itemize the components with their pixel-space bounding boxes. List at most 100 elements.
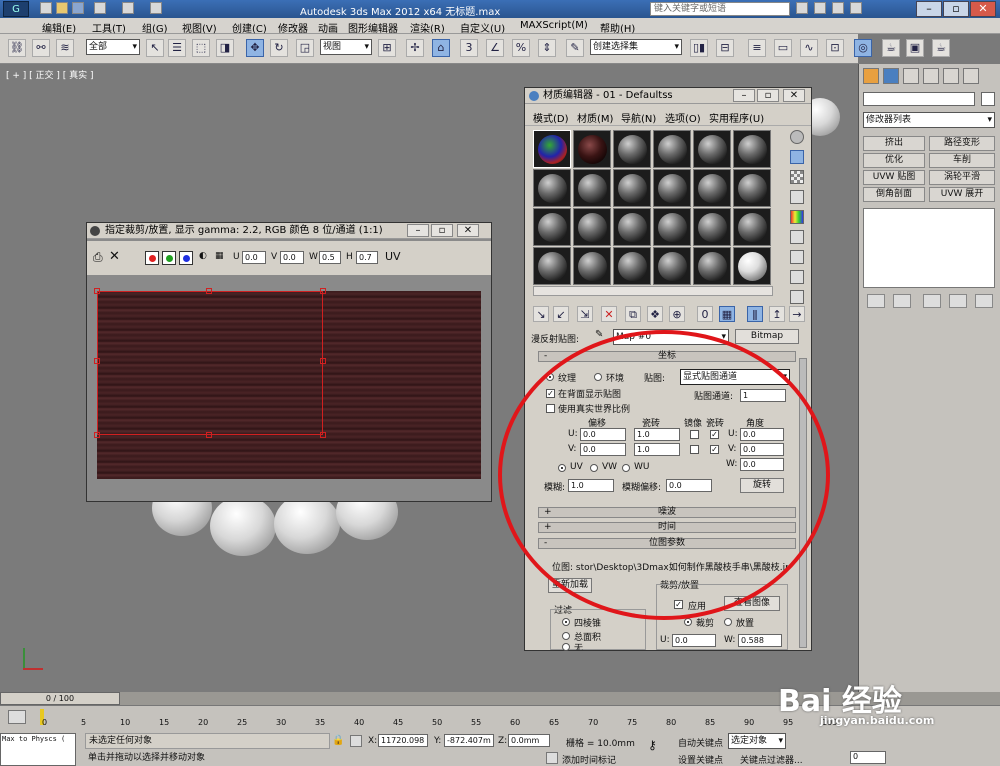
background-icon[interactable] [790,170,804,184]
menu-group[interactable]: 组(G) [142,20,168,35]
modifier-unwrap-uvw-button[interactable]: UVW 展开 [929,187,995,202]
map-type-button[interactable]: Bitmap [735,329,799,344]
material-sample-slot[interactable] [613,247,651,285]
select-manipulate-icon[interactable]: ✢ [406,39,424,57]
make-copy-icon[interactable]: ⧉ [625,306,641,322]
utilities-tab-icon[interactable] [963,68,979,84]
modifier-lathe-button[interactable]: 车削 [929,153,995,168]
select-by-name-icon[interactable]: ☰ [168,39,186,57]
material-id-icon[interactable]: 0 [697,306,713,322]
material-sample-slot[interactable] [733,169,771,207]
open-file-icon[interactable] [56,2,68,14]
video-color-check-icon[interactable] [790,210,804,224]
pyramidal-radio[interactable] [562,618,570,626]
mirror-icon[interactable]: ▯▮ [690,39,708,57]
crop-v-field[interactable]: 0.0 [280,251,304,264]
menu-customize[interactable]: 自定义(U) [460,20,505,35]
make-unique-icon[interactable]: ❖ [647,306,663,322]
show-map-in-viewport-icon[interactable]: ▦ [719,306,735,322]
hierarchy-tab-icon[interactable] [903,68,919,84]
search-icon[interactable] [796,2,808,14]
make-unique-icon[interactable] [923,294,941,308]
close-button[interactable]: ✕ [970,1,996,17]
blue-channel-icon[interactable] [179,251,193,265]
material-sample-slot[interactable] [653,208,691,246]
material-sample-slot[interactable] [573,247,611,285]
keyboard-shortcut-icon[interactable]: ⌂ [432,39,450,57]
menu-edit[interactable]: 编辑(E) [42,20,76,35]
modifier-path-deform-button[interactable]: 路径变形 [929,136,995,151]
modifier-extrude-button[interactable]: 挤出 [863,136,925,151]
material-sample-slot[interactable] [613,169,651,207]
close-button[interactable]: ✕ [457,224,479,237]
menu-navigation[interactable]: 导航(N) [621,110,656,125]
pivot-center-icon[interactable]: ⊞ [378,39,396,57]
backlight-icon[interactable] [790,150,804,164]
print-icon[interactable]: ⎙ [93,250,103,265]
menu-utilities[interactable]: 实用程序(U) [709,110,764,125]
curve-editor-icon[interactable]: ∿ [800,39,818,57]
maxscript-listener[interactable]: Max to Physcs ( [0,733,76,766]
material-sample-slot[interactable] [693,208,731,246]
key-set-dropdown[interactable]: 选定对象 [728,733,786,749]
bitmap-crop-u-field[interactable]: 0.0 [672,634,716,647]
modify-tab-icon[interactable] [883,68,899,84]
material-sample-slot[interactable] [733,208,771,246]
time-slider-handle[interactable]: 0 / 100 [0,692,120,705]
remove-modifier-icon[interactable] [949,294,967,308]
minimize-button[interactable]: – [407,224,429,237]
select-rotate-icon[interactable]: ↻ [270,39,288,57]
maximize-button[interactable]: ▫ [757,89,779,102]
object-name-field[interactable] [863,92,975,106]
spinner-snap-icon[interactable]: ⇕ [538,39,556,57]
material-sample-slot[interactable] [653,130,691,168]
material-sample-slot[interactable] [533,130,571,168]
menu-help[interactable]: 帮助(H) [600,20,635,35]
menu-views[interactable]: 视图(V) [182,20,217,35]
material-sample-slot[interactable] [533,169,571,207]
align-icon[interactable]: ⊟ [716,39,734,57]
material-map-navigator-icon[interactable] [790,290,804,304]
graphite-ribbon-icon[interactable]: ▭ [774,39,792,57]
add-time-tag-label[interactable]: 添加时间标记 [562,753,616,766]
rect-selection-icon[interactable]: ⬚ [192,39,210,57]
summed-area-radio[interactable] [562,632,570,640]
save-file-icon[interactable] [72,2,84,14]
redo-icon[interactable] [122,2,134,14]
material-sample-slot[interactable] [573,169,611,207]
edit-named-sel-icon[interactable]: ✎ [566,39,584,57]
modifier-stack-list[interactable] [863,208,995,288]
frame-spinner[interactable]: 0 [850,751,886,764]
material-sample-slot[interactable] [733,130,771,168]
create-tab-icon[interactable] [863,68,879,84]
modifier-turbosmooth-button[interactable]: 涡轮平滑 [929,170,995,185]
material-sample-slot[interactable] [693,130,731,168]
show-end-result-icon[interactable]: ǁ [747,306,763,322]
select-scale-icon[interactable]: ◲ [296,39,314,57]
sample-type-icon[interactable] [790,130,804,144]
y-coord-field[interactable]: -872.407m [444,734,494,747]
get-material-icon[interactable]: ↘ [533,306,549,322]
bead-sphere[interactable] [210,496,276,556]
put-to-scene-icon[interactable]: ↙ [553,306,569,322]
layer-manager-icon[interactable]: ≡ [748,39,766,57]
render-setup-icon[interactable]: ☕ [882,39,900,57]
menu-material[interactable]: 材质(M) [577,110,613,125]
rendered-frame-icon[interactable]: ▣ [906,39,924,57]
abs-mode-icon[interactable] [350,735,362,747]
maximize-button[interactable]: ▫ [431,224,453,237]
material-sample-slot[interactable] [693,247,731,285]
menu-tools[interactable]: 工具(T) [92,20,126,35]
menu-maxscript[interactable]: MAXScript(M) [520,20,588,31]
open-mini-curve-editor-icon[interactable] [8,710,26,724]
menu-create[interactable]: 创建(C) [232,20,267,35]
material-sample-slot[interactable] [533,247,571,285]
go-to-parent-icon[interactable]: ↥ [769,306,785,322]
x-coord-field[interactable]: 11720.098 [378,734,428,747]
material-sample-slot[interactable] [573,130,611,168]
green-channel-icon[interactable] [162,251,176,265]
put-to-library-icon[interactable]: ⊕ [669,306,685,322]
modifier-list-dropdown[interactable]: 修改器列表 [863,112,995,128]
crop-w-field[interactable]: 0.5 [319,251,341,264]
material-sample-slot[interactable] [653,169,691,207]
